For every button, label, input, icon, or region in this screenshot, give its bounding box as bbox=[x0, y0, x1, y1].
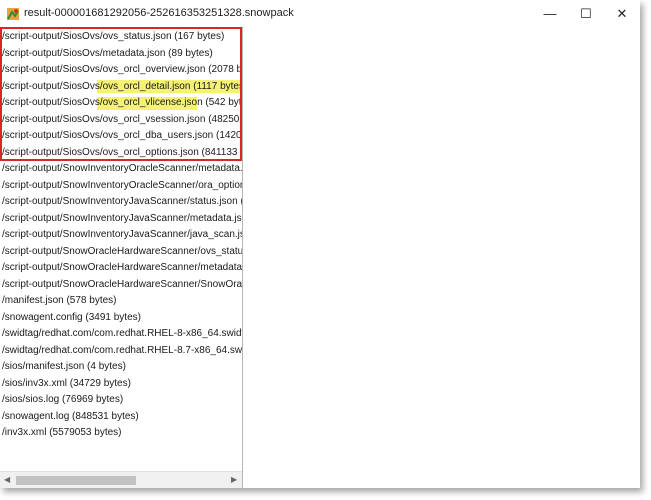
list-item[interactable]: /inv3x.xml (5579053 bytes) bbox=[0, 425, 242, 442]
list-item[interactable]: /script-output/SiosOvs/ovs_orcl_dba_user… bbox=[0, 128, 242, 145]
file-list-pane[interactable]: /script-output/SiosOvs/ovs_status.json (… bbox=[0, 27, 243, 488]
list-item[interactable]: /script-output/SnowInventoryOracleScanne… bbox=[0, 161, 242, 178]
scroll-left-icon[interactable]: ◀ bbox=[4, 475, 10, 484]
list-item[interactable]: /script-output/SnowInventoryJavaScanner/… bbox=[0, 227, 242, 244]
list-item[interactable]: /sios/sios.log (76969 bytes) bbox=[0, 392, 242, 409]
list-item[interactable]: /swidtag/redhat.com/com.redhat.RHEL-8.7-… bbox=[0, 343, 242, 360]
list-item[interactable]: /sios/manifest.json (4 bytes) bbox=[0, 359, 242, 376]
list-item[interactable]: /script-output/SiosOvs/ovs_status.json (… bbox=[0, 29, 242, 46]
minimize-icon: — bbox=[543, 6, 557, 21]
list-item[interactable]: /script-output/SnowOracleHardwareScanner… bbox=[0, 277, 242, 294]
horizontal-scrollbar[interactable]: ◀ ▶ bbox=[0, 471, 242, 488]
list-item[interactable]: /script-output/SiosOvs/ovs_orcl_vlicense… bbox=[0, 95, 242, 112]
minimize-button[interactable]: — bbox=[532, 0, 568, 27]
list-item[interactable]: /script-output/SnowOracleHardwareScanner… bbox=[0, 244, 242, 261]
list-item[interactable]: /sios/inv3x.xml (34729 bytes) bbox=[0, 376, 242, 393]
list-item[interactable]: /snowagent.log (848531 bytes) bbox=[0, 409, 242, 426]
list-item[interactable]: /script-output/SiosOvs/ovs_orcl_overview… bbox=[0, 62, 242, 79]
scrollbar-thumb[interactable] bbox=[16, 476, 136, 485]
list-item[interactable]: /script-output/SiosOvs/ovs_orcl_vsession… bbox=[0, 112, 242, 129]
snowpack-viewer-window: result-000001681292056-252616353251328.s… bbox=[0, 0, 640, 488]
list-item[interactable]: /script-output/SiosOvs/ovs_orcl_options.… bbox=[0, 145, 242, 162]
list-item[interactable]: /script-output/SnowOracleHardwareScanner… bbox=[0, 260, 242, 277]
maximize-button[interactable]: ☐ bbox=[568, 0, 604, 27]
list-item[interactable]: /swidtag/redhat.com/com.redhat.RHEL-8-x8… bbox=[0, 326, 242, 343]
list-item[interactable]: /script-output/SnowInventoryOracleScanne… bbox=[0, 178, 242, 195]
close-icon: ✕ bbox=[616, 5, 628, 21]
list-item[interactable]: /snowagent.config (3491 bytes) bbox=[0, 310, 242, 327]
snowpack-app-icon bbox=[7, 8, 19, 20]
file-list[interactable]: /script-output/SiosOvs/ovs_status.json (… bbox=[0, 29, 242, 442]
list-item[interactable]: /manifest.json (578 bytes) bbox=[0, 293, 242, 310]
title-bar[interactable]: result-000001681292056-252616353251328.s… bbox=[0, 0, 640, 27]
scroll-right-icon[interactable]: ▶ bbox=[231, 475, 237, 484]
list-item[interactable]: /script-output/SnowInventoryJavaScanner/… bbox=[0, 211, 242, 228]
window-title: result-000001681292056-252616353251328.s… bbox=[24, 7, 294, 19]
close-button[interactable]: ✕ bbox=[604, 0, 640, 27]
maximize-icon: ☐ bbox=[580, 5, 592, 21]
file-content-pane[interactable] bbox=[243, 27, 640, 488]
list-item[interactable]: /script-output/SnowInventoryJavaScanner/… bbox=[0, 194, 242, 211]
list-item[interactable]: /script-output/SiosOvs/metadata.json (89… bbox=[0, 46, 242, 63]
list-item[interactable]: /script-output/SiosOvs/ovs_orcl_detail.j… bbox=[0, 79, 242, 96]
